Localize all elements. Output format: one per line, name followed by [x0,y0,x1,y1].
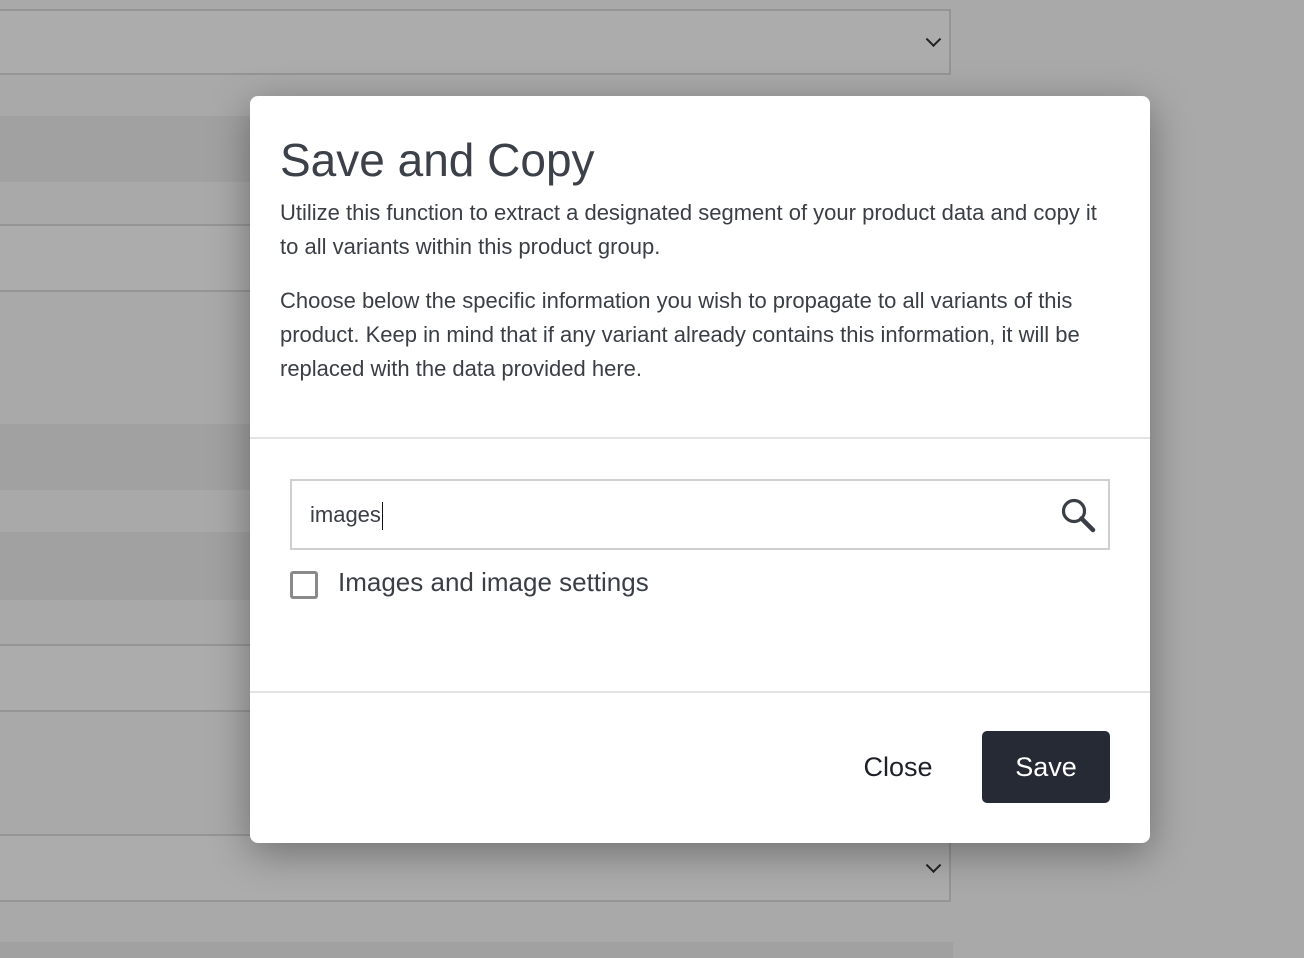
option-images[interactable]: Images and image settings [290,564,790,604]
background-select-field [0,834,951,902]
background-row [0,942,953,958]
header-divider [250,437,1150,439]
footer-divider [250,691,1150,693]
modal-description: Utilize this function to extract a desig… [280,200,1097,259]
modal-instructions: Choose below the specific information yo… [280,288,1080,381]
search-field[interactable]: images [290,479,1110,550]
modal-header: Save and Copy Utilize this function to e… [250,96,1150,438]
chevron-down-icon [925,31,942,48]
text-caret [381,502,383,531]
background-select-field [0,9,951,75]
modal-title: Save and Copy [280,134,595,186]
save-and-copy-modal: Save and Copy Utilize this function to e… [250,96,1150,843]
search-icon[interactable] [1060,497,1096,533]
search-input-value: images [310,502,381,527]
save-button[interactable]: Save [982,731,1110,803]
option-label[interactable]: Images and image settings [338,564,649,600]
chevron-down-icon [925,857,942,874]
close-button[interactable]: Close [844,731,952,803]
option-checkbox[interactable] [290,571,318,599]
search-input[interactable]: images [310,481,383,548]
